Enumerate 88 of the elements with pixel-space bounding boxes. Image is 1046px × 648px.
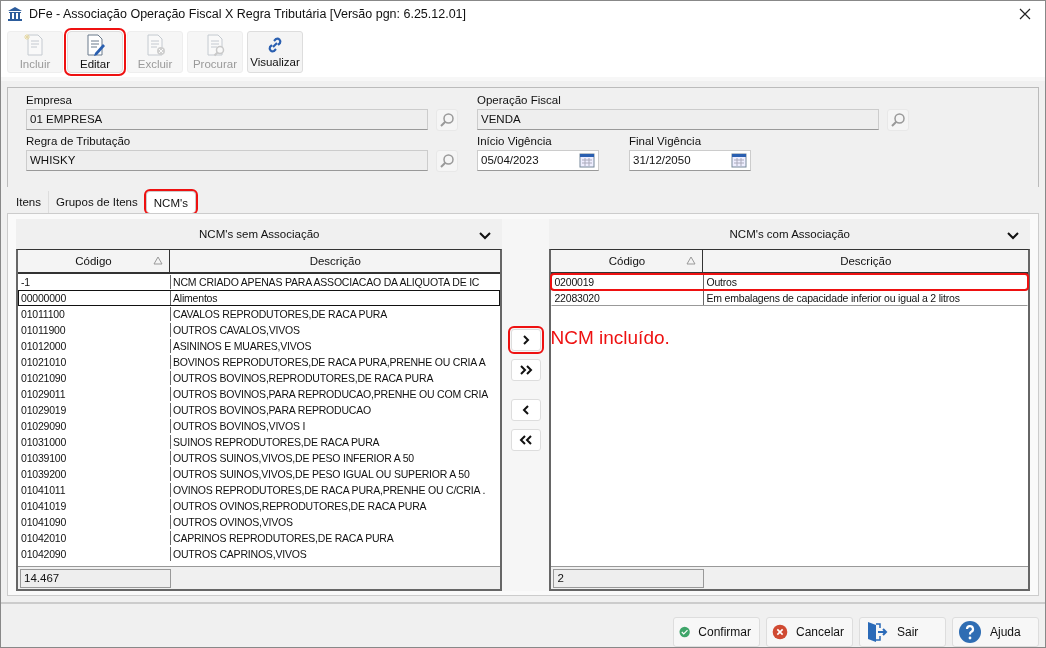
tab[interactable]: Itens	[9, 191, 49, 213]
code-cell: 01029019	[19, 402, 171, 417]
code-cell: 01029011	[19, 386, 171, 401]
window-title: DFe - Associação Operação Fiscal X Regra Tributária [Versão pgn: 6.25.12.01]	[29, 7, 468, 22]
edit-button[interactable]: Editar	[67, 30, 123, 73]
description-cell-text: SUINOS REPRODUTORES,DE RACA PURA	[172, 434, 381, 449]
description-cell-text: Alimentos	[172, 290, 219, 305]
exit-button[interactable]: Sair	[859, 617, 946, 647]
table-row[interactable]: 0200019 Outros	[551, 273, 1028, 290]
code-cell: 01041019	[19, 498, 171, 513]
start-date-label: Início Vigência	[477, 134, 553, 147]
view-button[interactable]: Visualizar	[247, 30, 303, 73]
table-row[interactable]: 01042010 CAPRINOS REPRODUTORES,DE RACA PURA	[18, 529, 501, 546]
code-cell: 01012000	[19, 338, 171, 353]
description-cell-text: OUTROS BOVINOS,PARA REPRODUCAO	[172, 402, 372, 417]
code-cell: 01042090	[19, 546, 171, 561]
tab[interactable]: NCM's	[145, 191, 196, 213]
code-cell: 01029090	[19, 418, 171, 433]
table-row[interactable]: 01042090 OUTROS CAPRINOS,VIVOS	[18, 545, 501, 562]
code-cell: 01021090	[19, 370, 171, 385]
table-row[interactable]: 01012000 ASININOS E MUARES,VIVOS	[18, 337, 501, 354]
fiscal-operation-field[interactable]: VENDA	[477, 109, 879, 131]
table-row[interactable]: -1 NCM CRIADO APENAS PARA ASSOCIACAO DA ALIQUOTA DE IC	[18, 273, 501, 290]
cancel-button[interactable]: Cancelar	[766, 617, 853, 647]
description-cell-text: ASININOS E MUARES,VIVOS	[172, 338, 313, 353]
tax-rule-label: Regra de Tributação	[26, 134, 132, 147]
table-row[interactable]: 01029019 OUTROS BOVINOS,PARA REPRODUCAO	[18, 401, 501, 418]
code-cell: 01041011	[19, 482, 171, 497]
record-count: 2	[553, 568, 705, 588]
description-cell-text: OUTROS SUINOS,VIVOS,DE PESO IGUAL OU SUPERIOR A 50	[172, 466, 471, 481]
description-cell-text: CAPRINOS REPRODUTORES,DE RACA PURA	[172, 530, 395, 545]
start-date-field[interactable]: 05/04/2023	[477, 149, 599, 171]
table-row[interactable]: 22083020 Em embalagens de capacidade inferior ou igual a 2 litros	[551, 289, 1028, 306]
help-button[interactable]: Ajuda	[952, 617, 1039, 647]
table-row[interactable]: 01041011 OVINOS REPRODUTORES,DE RACA PURA,PRENHE OU C/CRIA .	[18, 481, 501, 498]
description-cell-text: OVINOS REPRODUTORES,DE RACA PURA,PRENHE OU C/CRIA .	[172, 482, 487, 497]
description-cell-text: NCM CRIADO APENAS PARA ASSOCIACAO DA ALIQUOTA DE IC	[172, 274, 481, 289]
table-row[interactable]: 01041090 OUTROS OVINOS,VIVOS	[18, 513, 501, 530]
description-cell-text: OUTROS BOVINOS,REPRODUTORES,DE RACA PURA	[172, 370, 435, 385]
code-cell: 01039200	[19, 466, 171, 481]
code-cell: 01031000	[19, 434, 171, 449]
tax-rule-field[interactable]: WHISKY	[26, 150, 428, 172]
confirm-button[interactable]: Confirmar	[673, 617, 760, 647]
code-cell: 01039100	[19, 450, 171, 465]
description-cell-text: Em embalagens de capacidade inferior ou igual a 2 litros	[705, 290, 961, 305]
description-cell-text: OUTROS BOVINOS,PARA REPRODUCAO,PRENHE OU COM CRIA	[172, 386, 489, 401]
code-cell: 01011900	[19, 322, 171, 337]
description-cell-text: OUTROS OVINOS,VIVOS	[172, 514, 294, 529]
column-header[interactable]: Código	[18, 249, 170, 272]
description-cell-text: OUTROS SUINOS,VIVOS,DE PESO INFERIOR A 50	[172, 450, 415, 465]
end-date-label: Final Vigência	[629, 134, 703, 147]
list-title: NCM's sem Associação	[199, 227, 320, 240]
fiscal-operation-label: Operação Fiscal	[477, 93, 562, 106]
list-title: NCM's com Associação	[729, 227, 850, 240]
description-cell-text: BOVINOS REPRODUTORES,DE RACA PURA,PRENHE OU CRIA A	[172, 354, 487, 369]
code-cell: 01042010	[19, 530, 171, 545]
column-header[interactable]: Código	[551, 249, 704, 272]
code-cell: 01021010	[19, 354, 171, 369]
column-header[interactable]: Descrição	[170, 249, 501, 272]
empresa-field[interactable]: 01 EMPRESA	[26, 109, 428, 131]
column-header[interactable]: Descrição	[703, 249, 1028, 272]
description-cell-text: OUTROS CAVALOS,VIVOS	[172, 322, 301, 337]
table-row[interactable]: 01021090 OUTROS BOVINOS,REPRODUTORES,DE RACA PURA	[18, 369, 501, 386]
table-row[interactable]: 01029090 OUTROS BOVINOS,VIVOS I	[18, 417, 501, 434]
description-cell-text: OUTROS BOVINOS,VIVOS I	[172, 418, 307, 433]
table-row[interactable]: 01011900 OUTROS CAVALOS,VIVOS	[18, 321, 501, 338]
empresa-label: Empresa	[26, 93, 74, 106]
record-count: 14.467	[20, 568, 171, 588]
end-date-field[interactable]: 31/12/2050	[629, 149, 751, 171]
table-row[interactable]: 01021010 BOVINOS REPRODUTORES,DE RACA PURA,PRENHE OU CRIA A	[18, 353, 501, 370]
table-row[interactable]: 01041019 OUTROS OVINOS,REPRODUTORES,DE RACA PURA	[18, 497, 501, 514]
description-cell-text: OUTROS OVINOS,REPRODUTORES,DE RACA PURA	[172, 498, 428, 513]
table-row[interactable]: 01031000 SUINOS REPRODUTORES,DE RACA PURA	[18, 433, 501, 450]
description-cell-text: CAVALOS REPRODUTORES,DE RACA PURA	[172, 306, 388, 321]
table-row[interactable]: 01039200 OUTROS SUINOS,VIVOS,DE PESO IGUAL OU SUPERIOR A 50	[18, 465, 501, 482]
description-cell-text: Outros	[705, 274, 738, 289]
code-cell: 01011100	[19, 306, 171, 321]
table-row[interactable]: 01029011 OUTROS BOVINOS,PARA REPRODUCAO,PRENHE OU COM CRIA	[18, 385, 501, 402]
table-row[interactable]: 01011100 CAVALOS REPRODUTORES,DE RACA PURA	[18, 305, 501, 322]
code-cell: 00000000	[19, 290, 171, 305]
code-cell: 01041090	[19, 514, 171, 529]
code-cell: -1	[19, 274, 171, 289]
code-cell: 22083020	[552, 290, 705, 305]
code-cell: 0200019	[552, 274, 705, 289]
annotation-text: NCM incluído.	[550, 326, 670, 349]
table-row[interactable]: 00000000 Alimentos	[18, 289, 501, 306]
description-cell-text: OUTROS CAPRINOS,VIVOS	[172, 546, 308, 561]
table-row[interactable]: 01039100 OUTROS SUINOS,VIVOS,DE PESO INFERIOR A 50	[18, 449, 501, 466]
